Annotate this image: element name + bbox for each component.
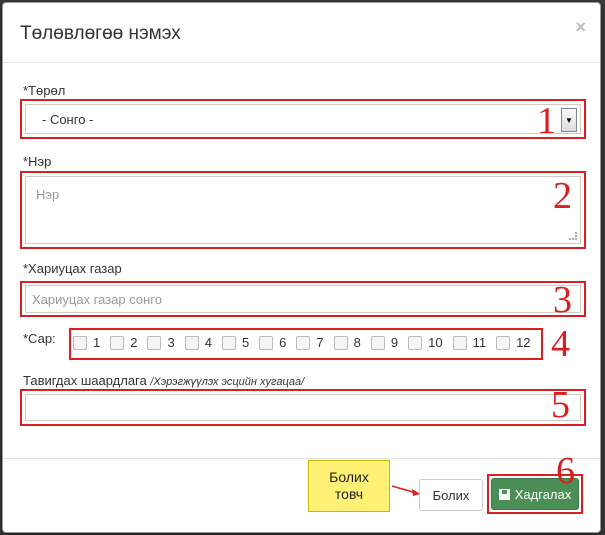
- responsible-label: *Хариуцах газар: [23, 261, 122, 276]
- annotation-number-4: 4: [551, 323, 570, 365]
- month-option[interactable]: 8: [333, 335, 361, 350]
- checkbox[interactable]: [110, 335, 125, 350]
- checkbox[interactable]: [259, 335, 274, 350]
- checkbox[interactable]: [296, 335, 311, 350]
- month-option[interactable]: 12: [496, 335, 531, 350]
- month-option[interactable]: 5: [221, 335, 249, 350]
- requirement-label: Тавигдах шаардлага /Хэрэгжүүлэх эсцийн х…: [23, 373, 305, 388]
- month-option[interactable]: 7: [296, 335, 324, 350]
- requirement-input[interactable]: [25, 394, 581, 421]
- modal-title: Төлөвлөгөө нэмэх: [20, 23, 181, 44]
- checkbox[interactable]: [496, 335, 511, 350]
- annotation-number-1: 1: [537, 100, 556, 142]
- month-option[interactable]: 9: [370, 335, 398, 350]
- checkbox[interactable]: [184, 335, 199, 350]
- add-plan-modal: Төлөвлөгөө нэмэх × *Төрөл - Сонго - ▼ 1 …: [2, 2, 601, 533]
- month-option[interactable]: 6: [259, 335, 286, 350]
- checkbox[interactable]: [452, 335, 467, 350]
- checkbox[interactable]: [147, 335, 162, 350]
- name-textarea[interactable]: Нэр: [25, 176, 581, 244]
- month-option[interactable]: 3: [147, 335, 175, 350]
- month-option[interactable]: 1: [73, 335, 100, 350]
- checkbox[interactable]: [73, 335, 87, 350]
- annotation-number-2: 2: [553, 175, 572, 217]
- name-label: *Нэр: [23, 154, 52, 169]
- annotation-number-5: 5: [551, 384, 570, 426]
- month-option[interactable]: 4: [184, 335, 212, 350]
- floppy-disk-icon: [498, 488, 510, 500]
- cancel-callout-note: Болих товч: [308, 460, 390, 512]
- month-label: *Сар:: [23, 331, 56, 346]
- chevron-down-icon[interactable]: ▼: [561, 108, 577, 132]
- requirement-hint: /Хэрэгжүүлэх эсцийн хугацаа/: [150, 376, 305, 388]
- type-select-value: - Сонго -: [42, 111, 94, 127]
- close-icon[interactable]: ×: [575, 17, 586, 38]
- responsible-select[interactable]: Хариуцах газар сонго: [25, 285, 581, 313]
- modal-footer-divider: [3, 458, 600, 459]
- month-checkbox-group: 1 2 3 4 5 6 7 8 9 10 11 12: [73, 335, 541, 350]
- checkbox[interactable]: [333, 335, 348, 350]
- annotation-number-6: 6: [556, 450, 575, 492]
- checkbox[interactable]: [408, 335, 423, 350]
- month-option[interactable]: 11: [452, 335, 486, 350]
- month-option[interactable]: 2: [110, 335, 137, 350]
- name-placeholder: Нэр: [36, 187, 60, 202]
- type-select[interactable]: - Сонго - ▼: [25, 104, 581, 134]
- month-option[interactable]: 10: [408, 335, 443, 350]
- annotation-number-3: 3: [553, 279, 572, 321]
- type-label: *Төрөл: [23, 83, 66, 98]
- checkbox[interactable]: [221, 335, 236, 350]
- checkbox[interactable]: [370, 335, 385, 350]
- responsible-placeholder: Хариуцах газар сонго: [32, 291, 162, 307]
- modal-header: Төлөвлөгөө нэмэх ×: [3, 3, 600, 63]
- cancel-button[interactable]: Болих: [419, 479, 483, 511]
- resize-handle-icon[interactable]: [569, 232, 577, 240]
